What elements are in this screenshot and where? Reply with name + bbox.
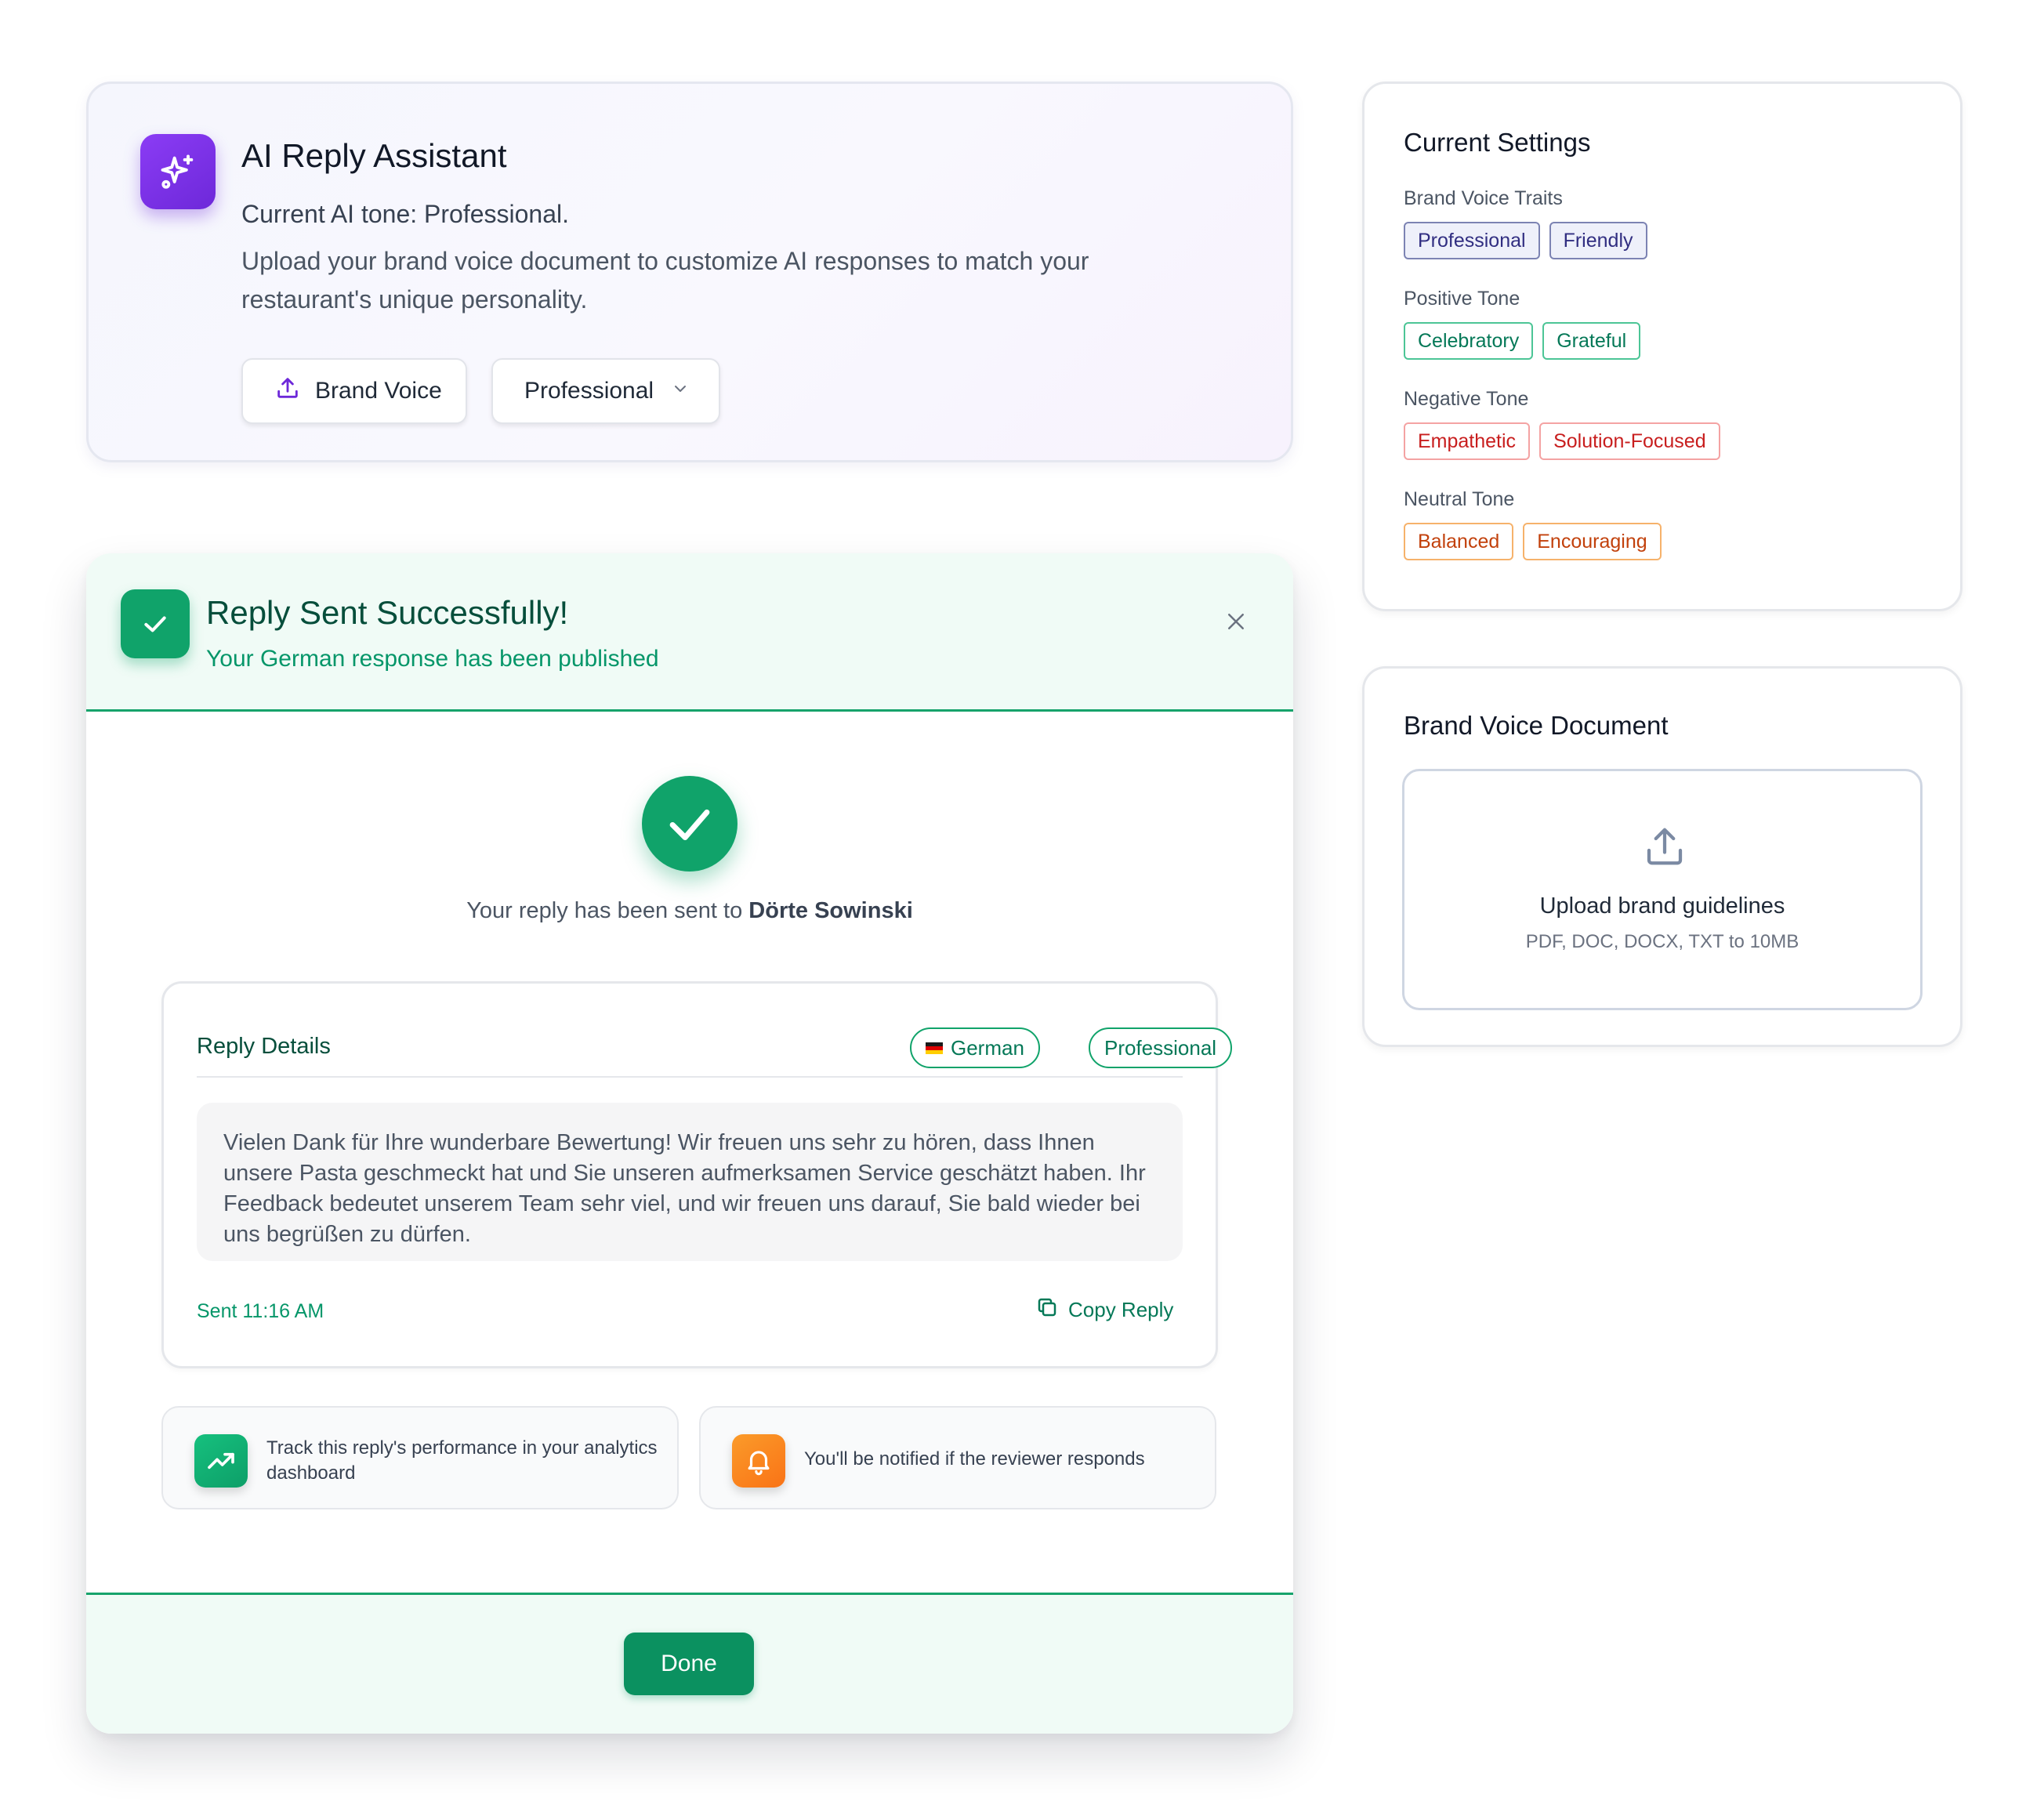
sparkles-icon bbox=[140, 134, 216, 209]
chevron-down-icon bbox=[671, 378, 690, 404]
success-check-icon bbox=[642, 776, 738, 872]
notify-info-text: You'll be notified if the reviewer respo… bbox=[804, 1448, 1145, 1470]
upload-icon bbox=[1641, 823, 1688, 874]
dialog-subtitle: Your German response has been published bbox=[206, 646, 659, 672]
negative-tone-tags: Empathetic Solution-Focused bbox=[1404, 422, 1720, 460]
neutral-tone-label: Neutral Tone bbox=[1404, 488, 1515, 510]
current-tone-text: Current AI tone: Professional. bbox=[241, 200, 569, 228]
language-badge: German bbox=[910, 1027, 1040, 1068]
upload-dropzone[interactable]: Upload brand guidelines PDF, DOC, DOCX, … bbox=[1402, 769, 1923, 1010]
brand-doc-title: Brand Voice Document bbox=[1404, 711, 1669, 740]
reply-sent-dialog: Reply Sent Successfully! Your German res… bbox=[86, 553, 1293, 1734]
tag-empathetic: Empathetic bbox=[1404, 422, 1531, 460]
german-flag-icon bbox=[926, 1042, 943, 1054]
dialog-header: Reply Sent Successfully! Your German res… bbox=[86, 553, 1293, 712]
sent-time: Sent 11:16 AM bbox=[197, 1300, 324, 1322]
check-icon bbox=[121, 589, 190, 658]
current-settings-card: Current Settings Brand Voice Traits Prof… bbox=[1362, 82, 1962, 611]
positive-tone-label: Positive Tone bbox=[1404, 288, 1520, 310]
dialog-footer: Done bbox=[86, 1593, 1293, 1734]
brand-voice-traits-label: Brand Voice Traits bbox=[1404, 187, 1563, 209]
brand-voice-traits-tags: Professional Friendly bbox=[1404, 222, 1647, 259]
brand-voice-document-card: Brand Voice Document Upload brand guidel… bbox=[1362, 666, 1962, 1047]
tag-celebratory: Celebratory bbox=[1404, 322, 1534, 360]
tag-professional: Professional bbox=[1404, 222, 1540, 259]
positive-tone-tags: Celebratory Grateful bbox=[1404, 322, 1641, 360]
tag-grateful: Grateful bbox=[1542, 322, 1641, 360]
tag-solution-focused: Solution-Focused bbox=[1539, 422, 1720, 460]
ai-reply-assistant-card: AI Reply Assistant Current AI tone: Prof… bbox=[86, 82, 1293, 462]
trending-up-icon bbox=[194, 1434, 248, 1488]
analytics-info-text: Track this reply's performance in your a… bbox=[266, 1437, 658, 1484]
upload-formats: PDF, DOC, DOCX, TXT to 10MB bbox=[1525, 931, 1799, 952]
tone-select[interactable]: Professional bbox=[491, 358, 720, 424]
notify-info-card: You'll be notified if the reviewer respo… bbox=[699, 1406, 1216, 1509]
sent-to-text: Your reply has been sent to Dörte Sowins… bbox=[86, 898, 1293, 924]
tone-badge-label: Professional bbox=[1104, 1035, 1217, 1060]
upload-icon bbox=[274, 375, 301, 408]
copy-reply-label: Copy Reply bbox=[1068, 1298, 1174, 1321]
brand-voice-button[interactable]: Brand Voice bbox=[241, 358, 467, 424]
upload-title: Upload brand guidelines bbox=[1539, 893, 1785, 919]
analytics-info-card: Track this reply's performance in your a… bbox=[161, 1406, 679, 1509]
settings-title: Current Settings bbox=[1404, 128, 1591, 157]
dialog-title: Reply Sent Successfully! bbox=[206, 594, 569, 631]
reply-text: Vielen Dank für Ihre wunderbare Bewertun… bbox=[197, 1103, 1183, 1261]
language-badge-label: German bbox=[951, 1035, 1024, 1060]
tone-badge: Professional bbox=[1089, 1027, 1233, 1068]
divider bbox=[197, 1076, 1183, 1078]
negative-tone-label: Negative Tone bbox=[1404, 388, 1529, 410]
neutral-tone-tags: Balanced Encouraging bbox=[1404, 523, 1662, 560]
assistant-title: AI Reply Assistant bbox=[241, 137, 507, 174]
tone-select-value: Professional bbox=[524, 378, 654, 404]
assistant-description: Upload your brand voice document to cust… bbox=[241, 247, 1089, 313]
done-button[interactable]: Done bbox=[624, 1633, 754, 1695]
tag-encouraging: Encouraging bbox=[1523, 523, 1662, 560]
bell-icon bbox=[732, 1434, 785, 1488]
reply-details-title: Reply Details bbox=[197, 1034, 331, 1059]
tag-friendly: Friendly bbox=[1549, 222, 1647, 259]
sent-to-prefix: Your reply has been sent to bbox=[466, 898, 749, 923]
brand-voice-button-label: Brand Voice bbox=[315, 378, 442, 404]
tag-balanced: Balanced bbox=[1404, 523, 1514, 560]
copy-icon bbox=[1035, 1296, 1059, 1325]
recipient-name: Dörte Sowinski bbox=[748, 898, 913, 923]
copy-reply-button[interactable]: Copy Reply bbox=[1035, 1296, 1173, 1325]
close-icon[interactable] bbox=[1216, 602, 1256, 641]
reply-details-card: Reply Details German Professional Vielen… bbox=[161, 981, 1233, 1368]
